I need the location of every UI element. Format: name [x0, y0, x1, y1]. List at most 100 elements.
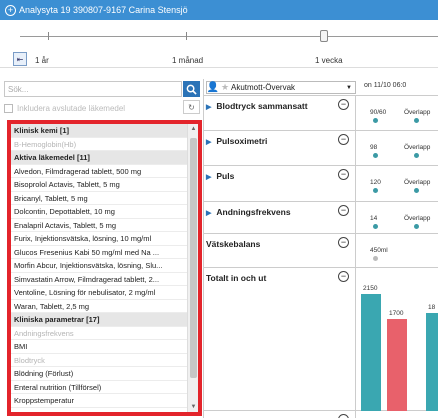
list-item[interactable]: Simvastatin Arrow, Filmdragerad tablett,… — [11, 273, 187, 286]
data-point[interactable] — [414, 118, 419, 123]
timeline-tick — [186, 32, 187, 40]
vital-row[interactable]: Totalt in och ut − 2150 1700 18 — [204, 268, 438, 411]
list-group-header[interactable]: Kliniska parametrar [17] — [11, 313, 187, 327]
timeline-tick — [48, 32, 49, 40]
data-point[interactable] — [414, 153, 419, 158]
list-group-header[interactable]: Klinisk kemi [1] — [11, 124, 187, 138]
window-titlebar: + Analysyta 19 390807-9167 Carina Stensj… — [0, 0, 438, 20]
list-item[interactable]: Alvedon, Filmdragerad tablett, 500 mg — [11, 165, 187, 178]
expand-icon[interactable]: ▶ — [206, 210, 211, 217]
list-group-header[interactable]: Aktiva läkemedel [11] — [11, 151, 187, 165]
vital-value: 98 — [370, 144, 378, 151]
list-item[interactable]: Kroppstemperatur — [11, 394, 187, 408]
vital-row[interactable]: ▶B-Hemoglobin(Hb)− — [204, 411, 438, 418]
parameter-list[interactable]: Klinisk kemi [1] B-Hemoglobin(Hb) Aktiva l… — [7, 120, 202, 416]
scroll-up-icon[interactable]: ▲ — [188, 124, 198, 134]
expand-icon[interactable]: ▶ — [206, 174, 211, 181]
timeline-label-month: 1 månad — [172, 56, 204, 65]
vital-row[interactable]: Vätskebalans − 450ml — [204, 234, 438, 268]
fluid-bar[interactable] — [426, 313, 438, 411]
vital-label: Totalt in och ut — [206, 273, 336, 283]
vital-row[interactable]: ▶ Pulsoximetri − 98 Överlapp — [204, 131, 438, 166]
overlap-tag: Överlapp — [404, 215, 431, 222]
vital-label-text: Totalt in och ut — [206, 273, 267, 283]
column-divider — [355, 131, 356, 165]
view-select[interactable]: 👤 ★ Akutmott-Övervak ▼ — [206, 81, 356, 94]
overlap-tag: Överlapp — [404, 144, 431, 151]
data-point[interactable] — [373, 256, 378, 261]
list-item[interactable]: Blodtryck — [11, 354, 187, 367]
vital-label-text: Vätskebalans — [206, 239, 261, 249]
vital-value: 90/60 — [370, 109, 387, 116]
column-divider — [355, 411, 356, 418]
timeline-slider[interactable]: ⇤ 1 år 1 månad 1 vecka — [0, 20, 438, 68]
scroll-thumb[interactable] — [190, 138, 197, 378]
person-icon: 👤 — [206, 82, 220, 93]
vital-label-text: Andningsfrekvens — [216, 207, 291, 217]
vital-label-text: Pulsoximetri — [216, 136, 268, 146]
vital-row[interactable]: ▶ Puls − 120 Överlapp — [204, 166, 438, 202]
list-item[interactable]: Bricanyl, Tablett, 5 mg — [11, 192, 187, 205]
view-select-value: Akutmott-Övervak — [231, 83, 296, 92]
list-item[interactable]: Morfin Abcur, Injektionsvätska, lösning,… — [11, 259, 187, 273]
vital-label: ▶ Blodtryck sammansatt — [206, 101, 336, 111]
list-item[interactable]: Blödning (Förlust) — [11, 367, 187, 381]
list-item[interactable]: Furix, Injektionsvätska, lösning, 10 mg/… — [11, 232, 187, 246]
parameter-list-items: Klinisk kemi [1] B-Hemoglobin(Hb) Aktiva l… — [11, 124, 187, 408]
list-scrollbar[interactable]: ▲ ▼ — [187, 124, 198, 412]
expand-icon[interactable]: ▶ — [206, 104, 211, 111]
expand-icon[interactable]: ▶ — [206, 139, 211, 146]
list-item[interactable]: Glucos Fresenius Kabi 50 mg/ml med Na ..… — [11, 246, 187, 259]
include-discontinued-row[interactable]: Inkludera avslutade läkemedel — [4, 101, 200, 115]
list-item[interactable]: Enteral nutrition (Tillförsel) — [11, 381, 187, 394]
collapse-icon[interactable]: − — [338, 237, 349, 248]
star-icon[interactable]: ★ — [219, 82, 231, 93]
fluid-bar[interactable] — [387, 319, 407, 411]
list-item[interactable]: Dolcontin, Depottablett, 10 mg — [11, 205, 187, 219]
column-divider — [355, 268, 356, 410]
vital-label: ▶ Puls — [206, 171, 336, 181]
scroll-down-icon[interactable]: ▼ — [188, 402, 198, 412]
timeline-label-week: 1 vecka — [315, 56, 343, 65]
data-point[interactable] — [373, 188, 378, 193]
data-point[interactable] — [373, 153, 378, 158]
refresh-icon[interactable]: ↻ — [183, 100, 200, 114]
vital-row[interactable]: ▶ Andningsfrekvens − 14 Överlapp — [204, 202, 438, 234]
list-item[interactable]: Waran, Tablett, 2,5 mg — [11, 300, 187, 313]
data-point[interactable] — [414, 188, 419, 193]
collapse-icon[interactable]: − — [338, 414, 349, 418]
search-icon[interactable] — [183, 81, 200, 97]
column-divider — [355, 166, 356, 201]
list-item[interactable]: Ventoline, Lösning för nebulisator, 2 mg… — [11, 286, 187, 300]
include-discontinued-checkbox[interactable] — [4, 103, 13, 113]
add-icon[interactable]: + — [5, 4, 16, 16]
list-item[interactable]: Andningsfrekvens — [11, 327, 187, 340]
collapse-icon[interactable]: − — [338, 205, 349, 216]
data-point[interactable] — [414, 224, 419, 229]
data-point[interactable] — [373, 118, 378, 123]
timeline-knob[interactable] — [320, 30, 328, 42]
chevron-down-icon: ▼ — [346, 84, 352, 91]
column-divider — [355, 234, 356, 267]
overlap-tag: Överlapp — [404, 109, 431, 116]
list-item[interactable]: BMI — [11, 340, 187, 354]
left-pane: Sök... Inkludera avslutade läkemedel ↻ K… — [0, 79, 203, 418]
data-point[interactable] — [373, 224, 378, 229]
vital-row[interactable]: ▶ Blodtryck sammansatt − 90/60 Överlapp — [204, 96, 438, 131]
collapse-icon[interactable]: − — [338, 169, 349, 180]
list-item[interactable]: Enalapril Actavis, Tablett, 5 mg — [11, 219, 187, 232]
search-input[interactable]: Sök... — [4, 81, 182, 97]
bar-value-label: 1700 — [389, 310, 404, 317]
list-item[interactable]: B-Hemoglobin(Hb) — [11, 138, 187, 151]
right-pane: 👤 ★ Akutmott-Övervak ▼ on 11/10 06:0 ▶ Bl… — [203, 79, 438, 418]
timeline-range-handle[interactable]: ⇤ — [13, 52, 27, 66]
collapse-icon[interactable]: − — [338, 271, 349, 282]
collapse-icon[interactable]: − — [338, 134, 349, 145]
list-item[interactable]: Bisoprolol Actavis, Tablett, 5 mg — [11, 178, 187, 192]
right-pane-header: 👤 ★ Akutmott-Övervak ▼ on 11/10 06:0 — [204, 79, 438, 96]
bar-value-label: 18 — [428, 304, 436, 311]
fluid-bar[interactable] — [361, 294, 381, 411]
vital-label: ▶ Pulsoximetri — [206, 136, 336, 146]
column-divider — [355, 202, 356, 233]
collapse-icon[interactable]: − — [338, 99, 349, 110]
